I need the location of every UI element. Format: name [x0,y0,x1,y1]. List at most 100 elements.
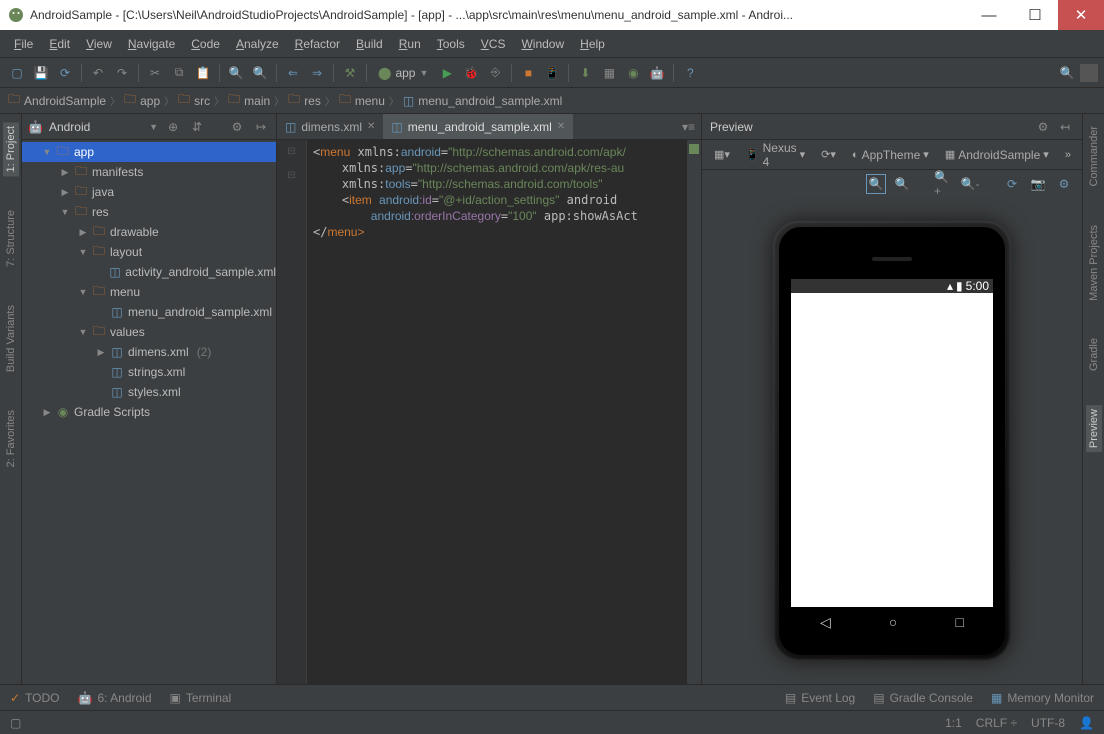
menu-help[interactable]: Help [572,33,613,55]
avd-manager-icon[interactable]: 📱 [541,62,563,84]
user-icon[interactable] [1080,64,1098,82]
menu-refactor[interactable]: Refactor [287,33,348,55]
breadcrumb-segment[interactable]: 🗀res〉 [288,90,335,111]
tool-tab--structure[interactable]: 7: Structure [3,206,19,271]
zoom-in-icon[interactable]: 🔍+ [934,174,954,194]
hide-panel-icon[interactable]: ↦ [252,120,270,134]
back-icon[interactable]: ⇐ [282,62,304,84]
tree-node[interactable]: ▶◫dimens.xml(2) [22,342,276,362]
event-log-tab[interactable]: ▤Event Log [785,691,855,705]
menu-window[interactable]: Window [513,33,572,55]
menu-code[interactable]: Code [183,33,228,55]
minimize-button[interactable]: — [966,0,1012,30]
project-tree[interactable]: ▼🗀app▶🗀manifests▶🗀java▼🗀res▶🗀drawable▼🗀l… [22,140,276,684]
menu-tools[interactable]: Tools [429,33,473,55]
forward-icon[interactable]: ⇒ [306,62,328,84]
menu-edit[interactable]: Edit [41,33,78,55]
hide-panel-icon[interactable]: ↤ [1056,120,1074,134]
android-tab[interactable]: 🤖6: Android [78,691,152,705]
sync-icon[interactable]: ⟳ [54,62,76,84]
tool-tab--favorites[interactable]: 2: Favorites [3,406,19,471]
scroll-to-source-icon[interactable]: ⊕ [164,120,182,134]
zoom-actual-icon[interactable]: 🔍 [892,174,912,194]
editor-tab[interactable]: ◫dimens.xml✕ [277,114,383,139]
menu-analyze[interactable]: Analyze [228,33,287,55]
code-text[interactable]: <menu xmlns:android="http://schemas.andr… [307,140,687,684]
chevron-down-icon[interactable]: ▼ [149,122,158,132]
make-icon[interactable]: ⚒ [339,62,361,84]
tool-tab-commander[interactable]: Commander [1086,122,1102,191]
paste-icon[interactable]: 📋 [192,62,214,84]
zoom-fit-icon[interactable]: 🔍 [866,174,886,194]
stop-icon[interactable]: ■ [517,62,539,84]
memory-monitor-tab[interactable]: ▦Memory Monitor [991,691,1094,705]
orientation-icon[interactable]: ⟳▾ [815,146,842,163]
config-selector[interactable]: ▦AndroidSample▾ [939,146,1055,164]
search-everywhere-icon[interactable]: 🔍 [1056,62,1078,84]
tool-tab-preview[interactable]: Preview [1086,405,1102,452]
tree-node[interactable]: ▼🗀values [22,322,276,342]
tree-node[interactable]: ▶🗀drawable [22,222,276,242]
todo-tab[interactable]: ✓TODO [10,691,60,705]
close-tab-icon[interactable]: ✕ [367,121,375,132]
tool-tab--project[interactable]: 1: Project [3,122,19,176]
debug-icon[interactable]: 🐞 [460,62,482,84]
tree-node[interactable]: ▼🗀menu [22,282,276,302]
menu-view[interactable]: View [78,33,120,55]
screenshot-icon[interactable]: 📷 [1028,174,1048,194]
android-icon[interactable]: 🤖 [646,62,668,84]
breadcrumb-segment[interactable]: 🗀main〉 [228,90,284,111]
run-config-selector[interactable]: ⬤app▼ [372,66,434,80]
zoom-out-icon[interactable]: 🔍- [960,174,980,194]
open-file-icon[interactable]: ▢ [6,62,28,84]
android-monitor-icon[interactable]: ◉ [622,62,644,84]
attach-debugger-icon[interactable]: ⎆ [484,62,506,84]
tab-list-icon[interactable]: ▾≡ [676,120,701,134]
maximize-button[interactable]: ☐ [1012,0,1058,30]
editor-tab[interactable]: ◫menu_android_sample.xml✕ [383,114,573,139]
tree-node[interactable]: ▼🗀layout [22,242,276,262]
breadcrumb-segment[interactable]: 🗀src〉 [178,90,224,111]
tree-node[interactable]: ▶🗀manifests [22,162,276,182]
copy-icon[interactable]: ⧉ [168,62,190,84]
tree-node[interactable]: ▼🗀res [22,202,276,222]
file-encoding[interactable]: UTF-8 [1031,716,1065,730]
menu-navigate[interactable]: Navigate [120,33,183,55]
redo-icon[interactable]: ↷ [111,62,133,84]
tree-node[interactable]: ◫activity_android_sample.xml [22,262,276,282]
menu-file[interactable]: File [6,33,41,55]
inspector-icon[interactable]: 👤 [1079,716,1094,730]
replace-icon[interactable]: 🔍 [249,62,271,84]
tree-node[interactable]: ◫strings.xml [22,362,276,382]
undo-icon[interactable]: ↶ [87,62,109,84]
tree-node[interactable]: ▼🗀app [22,142,276,162]
run-icon[interactable]: ▶ [436,62,458,84]
home-nav-icon[interactable]: ○ [889,614,897,630]
more-icon[interactable]: » [1059,147,1077,163]
theme-selector[interactable]: ◐AppTheme▾ [846,146,935,164]
menu-vcs[interactable]: VCS [473,33,514,55]
settings-icon[interactable]: ⚙ [1054,174,1074,194]
project-view-mode[interactable]: Android [49,120,143,134]
menu-run[interactable]: Run [391,33,429,55]
device-selector[interactable]: 📱Nexus 4▾ [740,139,811,171]
gear-icon[interactable]: ⚙ [1034,120,1052,134]
render-mode-icon[interactable]: ▦▾ [708,146,736,163]
cut-icon[interactable]: ✂ [144,62,166,84]
tool-tab-gradle[interactable]: Gradle [1086,334,1102,375]
save-all-icon[interactable]: 💾 [30,62,52,84]
help-icon[interactable]: ? [679,62,701,84]
breadcrumb-segment[interactable]: ◫menu_android_sample.xml [403,94,562,108]
find-icon[interactable]: 🔍 [225,62,247,84]
collapse-all-icon[interactable]: ⇵ [188,120,206,134]
device-screen[interactable]: ▴ ▮ 5:00 [791,279,993,607]
tree-node[interactable]: ▶🗀java [22,182,276,202]
tree-node[interactable]: ◫menu_android_sample.xml [22,302,276,322]
breadcrumb-segment[interactable]: 🗀app〉 [124,90,174,111]
terminal-tab[interactable]: ▣Terminal [170,691,232,705]
close-button[interactable]: ✕ [1058,0,1104,30]
tool-tab-build-variants[interactable]: Build Variants [3,301,19,376]
breadcrumb-segment[interactable]: 🗀AndroidSample〉 [8,90,120,111]
caret-position[interactable]: 1:1 [945,716,962,730]
menu-build[interactable]: Build [348,33,391,55]
